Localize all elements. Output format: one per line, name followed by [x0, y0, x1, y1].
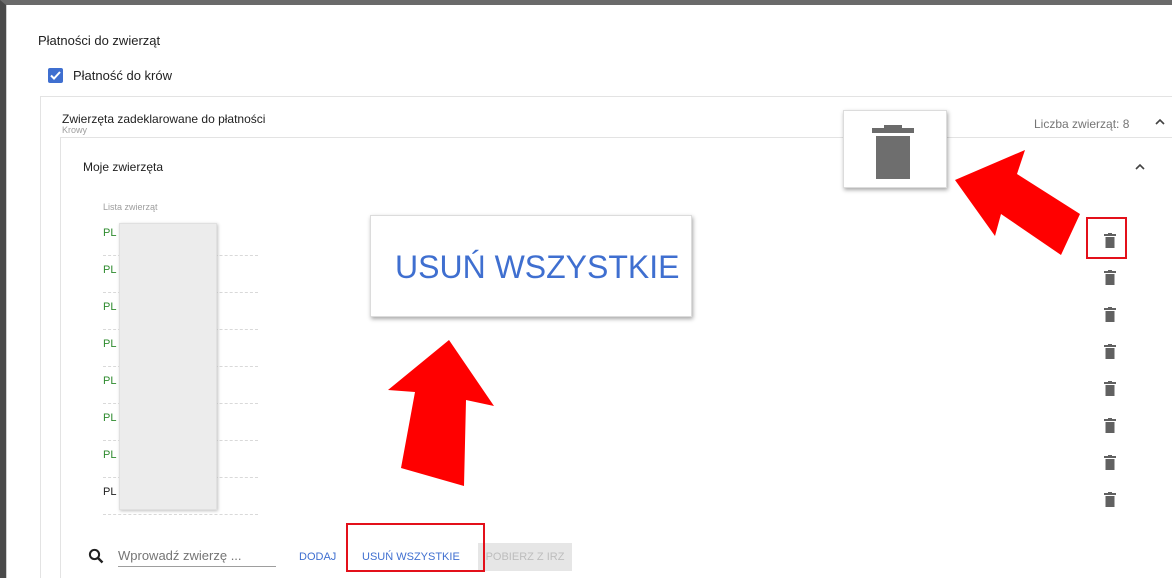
redacted-animal-ids — [119, 223, 217, 510]
payment-checkbox-row[interactable]: Płatność do krów — [48, 68, 172, 83]
delete-animal-button[interactable] — [1104, 455, 1116, 471]
my-animals-collapse-button[interactable] — [1134, 160, 1146, 178]
delete-animal-button[interactable] — [1104, 307, 1116, 323]
arrow-to-remove-all — [388, 340, 494, 486]
trash-icon — [1104, 344, 1116, 359]
trash-icon — [1104, 455, 1116, 470]
animal-id: PL — [103, 449, 117, 461]
delete-animal-button[interactable] — [1104, 344, 1116, 360]
remove-all-zoom-callout: USUŃ WSZYSTKIE — [370, 215, 692, 317]
animal-id: PL — [103, 227, 117, 239]
delete-animal-button[interactable] — [1104, 492, 1116, 508]
my-animals-title: Moje zwierzęta — [83, 160, 164, 174]
delete-animal-button[interactable] — [1104, 381, 1116, 397]
trash-icon — [1104, 381, 1116, 396]
delete-animal-button[interactable] — [1104, 418, 1116, 434]
animal-search-input[interactable] — [118, 545, 276, 567]
check-icon — [50, 71, 61, 80]
remove-all-zoom-text: USUŃ WSZYSTKIE — [395, 249, 680, 285]
animal-count-label: Liczba zwierząt: 8 — [1034, 117, 1130, 131]
search-icon — [88, 548, 104, 569]
section-title: Płatności do zwierząt — [38, 33, 161, 48]
declared-panel-subtitle: Krowy — [62, 125, 88, 135]
animal-id: PL — [103, 486, 117, 498]
chevron-up-icon — [1155, 118, 1165, 125]
trash-zoom-callout — [843, 110, 947, 188]
add-button[interactable]: DODAJ — [299, 543, 336, 571]
payment-checkbox-label: Płatność do krów — [73, 68, 172, 83]
animal-id: PL — [103, 375, 117, 387]
animal-id: PL — [103, 301, 117, 313]
delete-animal-button[interactable] — [1104, 270, 1116, 286]
trash-icon — [872, 125, 914, 179]
chevron-up-icon — [1135, 163, 1145, 170]
animal-id: PL — [103, 338, 117, 350]
animal-list-label: Lista zwierząt — [103, 202, 158, 212]
trash-highlight — [1086, 217, 1127, 259]
animal-id: PL — [103, 264, 117, 276]
arrow-to-trash — [955, 150, 1080, 255]
payment-checkbox[interactable] — [48, 68, 63, 83]
trash-icon — [1104, 492, 1116, 507]
trash-icon — [1104, 270, 1116, 285]
declared-panel-title: Zwierzęta zadeklarowane do płatności — [62, 112, 266, 126]
animal-id: PL — [103, 412, 117, 424]
declared-collapse-button[interactable] — [1154, 115, 1166, 133]
trash-icon — [1104, 418, 1116, 433]
remove-all-highlight — [346, 523, 485, 572]
trash-icon — [1104, 307, 1116, 322]
fetch-from-irz-button: POBIERZ Z IRZ — [478, 543, 572, 571]
